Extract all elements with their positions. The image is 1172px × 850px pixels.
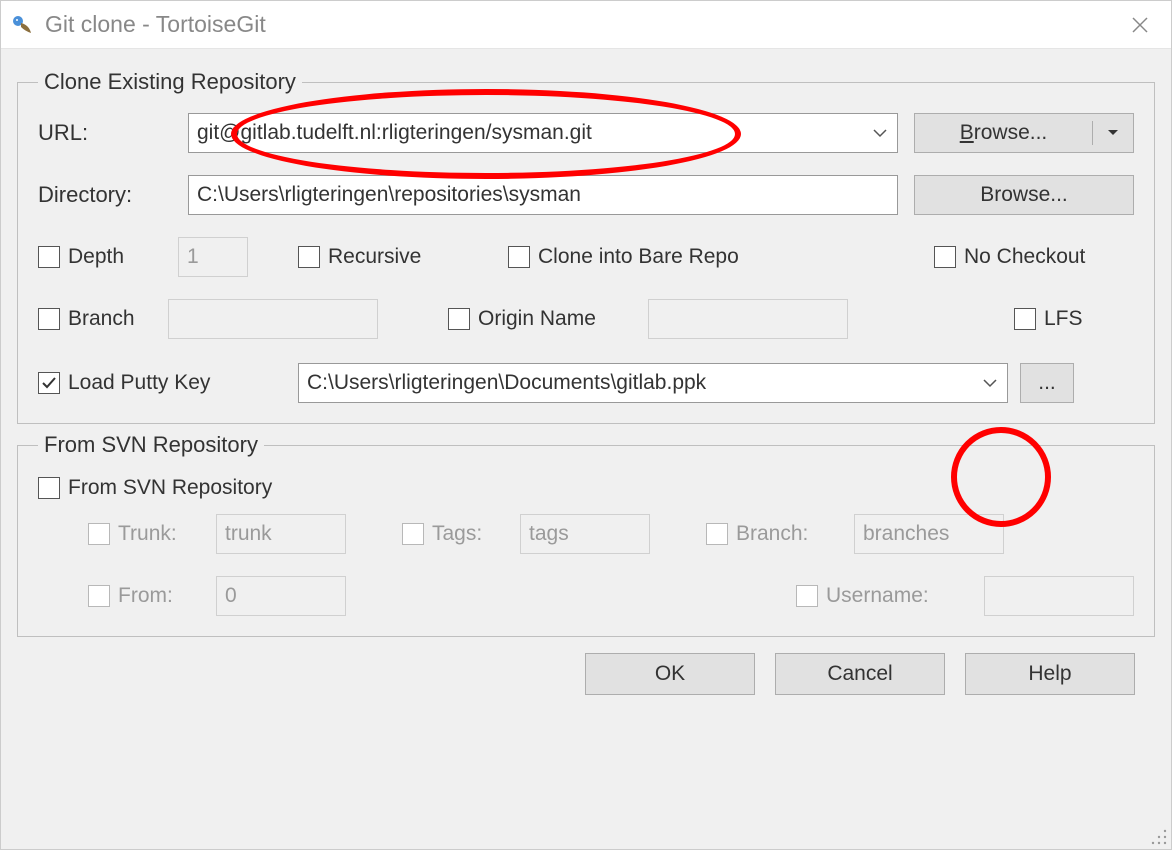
putty-row: Load Putty Key C:\Users\rligteringen\Doc… [38,363,1134,403]
clone-group-legend: Clone Existing Repository [38,69,302,95]
putty-key-combo[interactable]: C:\Users\rligteringen\Documents\gitlab.p… [298,363,1008,403]
svn-branch-checkbox [706,523,728,545]
svn-branch-input: branches [854,514,1004,554]
branch-checkbox[interactable] [38,308,60,330]
origin-name-input[interactable] [648,299,848,339]
close-icon [1131,16,1149,34]
window-title: Git clone - TortoiseGit [45,11,266,38]
url-row: URL: git@gitlab.tudelft.nl:rligteringen/… [38,113,1134,153]
svn-trunk-checkbox [88,523,110,545]
origin-name-label: Origin Name [478,307,596,331]
svn-group: From SVN Repository From SVN Repository … [17,432,1155,637]
svn-row-2: From: 0 Username: [38,576,1134,616]
putty-browse-button[interactable]: ... [1020,363,1074,403]
svn-group-legend: From SVN Repository [38,432,264,458]
recursive-label: Recursive [328,245,421,269]
svn-username-checkbox [796,585,818,607]
titlebar: Git clone - TortoiseGit [1,1,1171,49]
svn-tags-label: Tags: [432,522,482,546]
svn-username-label: Username: [826,584,929,608]
branch-input[interactable] [168,299,378,339]
load-putty-checkbox[interactable] [38,372,60,394]
tortoisegit-app-icon [9,11,37,39]
url-browse-button[interactable]: Browse... [915,121,1093,145]
url-combo[interactable]: git@gitlab.tudelft.nl:rligteringen/sysma… [188,113,898,153]
git-clone-dialog: Git clone - TortoiseGit Clone Existing R… [0,0,1172,850]
directory-input[interactable]: C:\Users\rligteringen\repositories\sysma… [188,175,898,215]
lfs-checkbox[interactable] [1014,308,1036,330]
no-checkout-checkbox[interactable] [934,246,956,268]
url-value: git@gitlab.tudelft.nl:rligteringen/sysma… [197,121,889,145]
options-row-2: Branch Origin Name LFS [38,299,1134,339]
clone-bare-checkbox[interactable] [508,246,530,268]
checkmark-icon [40,374,58,392]
from-svn-label: From SVN Repository [68,476,272,500]
svn-from-rev-input: 0 [216,576,346,616]
cancel-button[interactable]: Cancel [775,653,945,695]
ok-button[interactable]: OK [585,653,755,695]
recursive-checkbox[interactable] [298,246,320,268]
directory-label: Directory: [38,182,188,208]
svn-from-rev-label: From: [118,584,173,608]
directory-row: Directory: C:\Users\rligteringen\reposit… [38,175,1134,215]
url-browse-split-button[interactable]: Browse... [914,113,1134,153]
svn-tags-checkbox [402,523,424,545]
svn-trunk-label: Trunk: [118,522,177,546]
resize-grip[interactable] [1150,828,1168,846]
svn-trunk-input: trunk [216,514,346,554]
lfs-label: LFS [1044,307,1083,331]
load-putty-label: Load Putty Key [68,371,210,395]
directory-browse-button[interactable]: Browse... [914,175,1134,215]
url-label: URL: [38,120,188,146]
caret-down-icon [1107,129,1119,137]
bottom-bar: OK Cancel Help [17,637,1155,711]
clone-group: Clone Existing Repository URL: git@gitla… [17,69,1155,424]
depth-input[interactable]: 1 [178,237,248,277]
url-browse-dropdown[interactable] [1093,129,1133,137]
svn-from-row: From SVN Repository [38,476,1134,500]
svn-tags-input: tags [520,514,650,554]
putty-key-value: C:\Users\rligteringen\Documents\gitlab.p… [307,371,999,395]
dialog-content: Clone Existing Repository URL: git@gitla… [1,49,1171,849]
options-row-1: Depth 1 Recursive Clone into Bare Repo [38,237,1134,277]
from-svn-checkbox[interactable] [38,477,60,499]
svn-branch-label: Branch: [736,522,808,546]
svn-username-input [984,576,1134,616]
svn-from-rev-checkbox [88,585,110,607]
svn-row-1: Trunk: trunk Tags: tags Branch: [38,514,1134,554]
branch-label: Branch [68,307,135,331]
help-button[interactable]: Help [965,653,1135,695]
clone-bare-label: Clone into Bare Repo [538,245,739,269]
no-checkout-label: No Checkout [964,245,1085,269]
origin-name-checkbox[interactable] [448,308,470,330]
depth-label: Depth [68,245,124,269]
close-button[interactable] [1117,2,1163,48]
directory-value: C:\Users\rligteringen\repositories\sysma… [197,183,581,207]
depth-checkbox[interactable] [38,246,60,268]
